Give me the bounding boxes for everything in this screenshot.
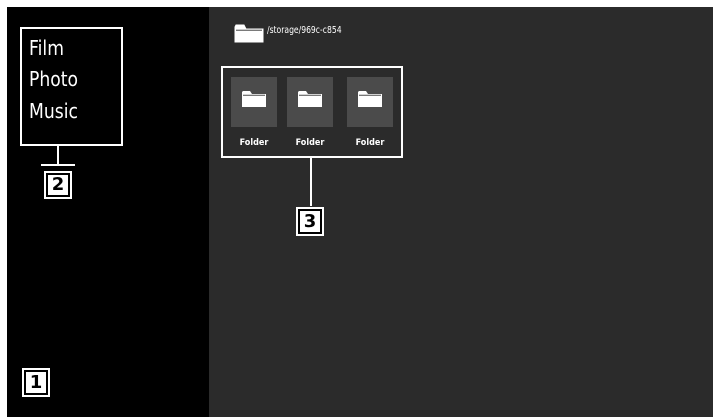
callout-2-line-h (41, 164, 75, 166)
menu-item-music[interactable]: Music (29, 99, 78, 123)
current-path: /storage/969c-c854 (267, 25, 342, 36)
folder-label: Folder (355, 138, 385, 148)
folder-grid: Folder Folder Folder (221, 66, 403, 158)
folder-icon (234, 24, 264, 43)
sidebar: Film Photo Music 2 1 (7, 7, 209, 417)
callout-2-line (57, 146, 59, 164)
menu-item-film[interactable]: Film (29, 36, 64, 60)
folder-label: Folder (295, 138, 325, 148)
callout-badge-2: 2 (46, 173, 70, 197)
menu-item-photo[interactable]: Photo (29, 67, 78, 91)
media-browser-screen: Film Photo Music 2 1 /storage/969c-c854 (7, 7, 713, 417)
folder-icon (242, 91, 266, 107)
folder-icon (298, 91, 322, 107)
callout-3-line (310, 158, 312, 206)
file-browser-content: /storage/969c-c854 Folder Folder Folder … (209, 7, 713, 417)
folder-tile[interactable] (287, 77, 333, 127)
folder-label: Folder (239, 138, 269, 148)
folder-tile[interactable] (231, 77, 277, 127)
media-type-menu: Film Photo Music (20, 27, 123, 146)
callout-badge-1: 1 (24, 370, 48, 395)
callout-badge-3: 3 (298, 209, 322, 234)
folder-tile[interactable] (347, 77, 393, 127)
folder-icon (358, 91, 382, 107)
